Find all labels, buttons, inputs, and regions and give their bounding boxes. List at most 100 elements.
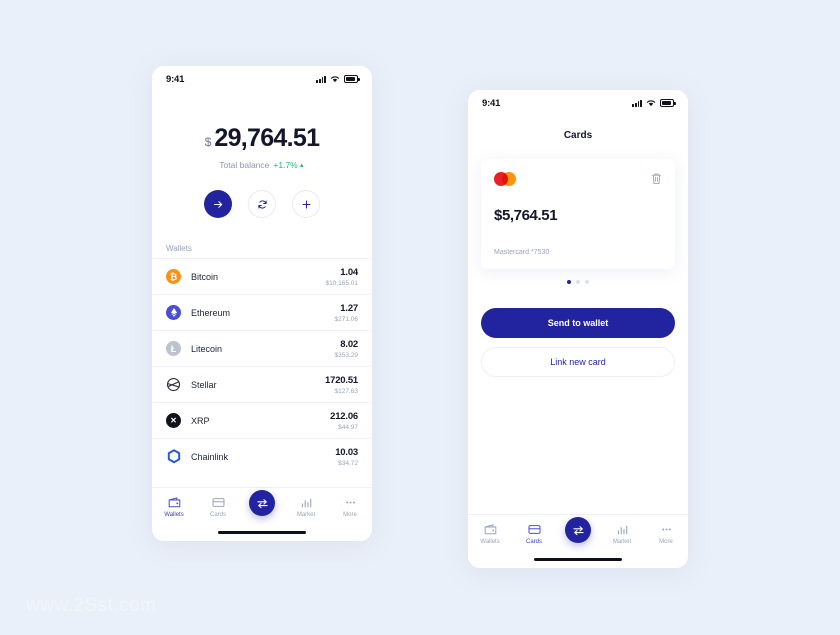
card-meta: Mastercard *7530 <box>494 249 550 256</box>
tab-more[interactable]: More <box>644 523 688 545</box>
card-pagination[interactable] <box>468 280 688 284</box>
wallet-usd: $353.29 <box>334 351 359 359</box>
home-indicator <box>534 557 622 561</box>
exchange-fab-button[interactable] <box>249 490 275 516</box>
wallet-name: Ethereum <box>191 307 231 318</box>
card-header <box>494 172 662 190</box>
card-balance: $5,764.51 <box>494 207 558 224</box>
wallet-row-litecoin[interactable]: Ł Litecoin 8.02 $353.29 <box>152 330 372 366</box>
signal-bars-icon <box>316 75 326 83</box>
tab-market[interactable]: Market <box>600 523 644 545</box>
wallet-row-ethereum[interactable]: Ethereum 1.27 $271.06 <box>152 294 372 330</box>
quick-actions <box>152 190 372 218</box>
balance-subtitle: Total balance +1.7%▲ <box>152 160 372 170</box>
currency-symbol: $ <box>204 135 212 149</box>
tab-market[interactable]: Market <box>284 496 328 518</box>
exchange-icon <box>572 525 584 535</box>
chainlink-icon <box>166 449 181 464</box>
card-icon <box>211 496 225 509</box>
wallet-values: 10.03 $34.72 <box>335 447 358 467</box>
balance-change: +1.7% <box>273 160 298 170</box>
status-indicators <box>632 99 676 107</box>
wallet-amount: 1.04 <box>340 266 358 278</box>
wallet-name: Stellar <box>191 379 217 390</box>
tab-label: Cards <box>209 512 226 518</box>
watermark: www.2Sst.com <box>26 595 157 616</box>
wallet-values: 1.27 $271.06 <box>335 303 359 323</box>
xrp-icon: ✕ <box>166 413 181 428</box>
send-to-wallet-button[interactable]: Send to wallet <box>481 308 675 338</box>
chart-icon <box>616 523 629 536</box>
stellar-icon <box>166 377 181 392</box>
tab-cards[interactable]: Cards <box>196 496 240 518</box>
wallet-usd: $44.97 <box>338 423 358 431</box>
balance-section: $ 29,764.51 Total balance +1.7%▲ <box>152 92 372 171</box>
tab-label: Wallets <box>480 539 500 545</box>
balance-row: $ 29,764.51 <box>152 126 372 151</box>
wallet-values: 1720.51 $127.63 <box>325 375 358 395</box>
wallet-usd: $34.72 <box>338 459 358 467</box>
battery-icon <box>660 99 676 107</box>
wallet-name: Litecoin <box>191 343 223 354</box>
swap-button[interactable] <box>248 190 276 218</box>
wallet-values: 8.02 $353.29 <box>335 339 359 359</box>
caret-up-icon: ▲ <box>298 163 305 169</box>
tab-label: Wallets <box>164 512 184 518</box>
wallet-usd: $127.63 <box>334 387 359 395</box>
wallet-row-chainlink[interactable]: Chainlink 10.03 $34.72 <box>152 438 372 474</box>
pagination-dot[interactable] <box>576 280 580 284</box>
total-balance-label: Total balance <box>219 160 270 170</box>
tab-exchange[interactable] <box>556 517 600 549</box>
wallet-icon <box>484 523 497 536</box>
add-button[interactable] <box>292 190 320 218</box>
wallet-row-bitcoin[interactable]: ₿ Bitcoin 1.04 $10,165.01 <box>152 258 372 294</box>
wallet-row-xrp[interactable]: ✕ XRP 212.06 $44.97 <box>152 402 372 438</box>
tab-label: More <box>659 539 673 545</box>
wallet-amount: 212.06 <box>330 410 358 422</box>
wallet-usd: $271.06 <box>334 315 359 323</box>
status-indicators <box>316 75 360 83</box>
status-time: 9:41 <box>482 97 501 109</box>
wallets-section-label: Wallets <box>166 244 192 253</box>
card-icon <box>527 523 541 536</box>
ellipsis-icon <box>344 496 357 509</box>
arrow-right-icon <box>213 200 222 208</box>
wallet-name: Bitcoin <box>191 271 219 282</box>
home-indicator <box>218 530 306 534</box>
tab-cards[interactable]: Cards <box>512 523 556 545</box>
exchange-icon <box>256 498 268 508</box>
trash-icon <box>652 173 661 184</box>
tab-label: More <box>343 512 357 518</box>
wallet-amount: 1720.51 <box>325 374 358 386</box>
link-new-card-button[interactable]: Link new card <box>481 347 675 377</box>
card-panel[interactable]: $5,764.51 Mastercard *7530 <box>481 159 675 269</box>
status-bar: 9:41 <box>468 90 688 116</box>
status-time: 9:41 <box>166 73 185 85</box>
page-title: Cards <box>563 130 593 141</box>
wallet-values: 1.04 $10,165.01 <box>325 267 358 287</box>
exchange-fab-button[interactable] <box>565 517 591 543</box>
signal-bars-icon <box>632 99 642 107</box>
tab-wallets[interactable]: Wallets <box>468 523 512 545</box>
wallet-row-stellar[interactable]: Stellar 1720.51 $127.63 <box>152 366 372 402</box>
mastercard-icon <box>494 172 516 186</box>
tab-label: Cards <box>525 539 542 545</box>
tab-more[interactable]: More <box>328 496 372 518</box>
wallet-name: XRP <box>191 415 210 426</box>
battery-icon <box>344 75 360 83</box>
tab-wallets[interactable]: Wallets <box>152 496 196 518</box>
pagination-dot[interactable] <box>567 280 571 284</box>
bottom-tab-bar: Wallets Cards Market More <box>152 487 372 541</box>
wifi-icon <box>330 75 340 83</box>
status-bar: 9:41 <box>152 66 372 92</box>
pagination-dot[interactable] <box>585 280 589 284</box>
bottom-tab-bar: Wallets Cards Market More <box>468 514 688 568</box>
wallet-icon <box>168 496 181 509</box>
ethereum-icon <box>166 305 181 320</box>
delete-card-button[interactable] <box>651 172 662 190</box>
litecoin-icon: Ł <box>166 341 181 356</box>
phone-wallets-screen: 9:41 $ 29,764.51 Total balance +1.7%▲ Wal… <box>152 66 372 541</box>
tab-exchange[interactable] <box>240 490 284 522</box>
plus-icon <box>302 200 310 208</box>
send-button[interactable] <box>204 190 232 218</box>
